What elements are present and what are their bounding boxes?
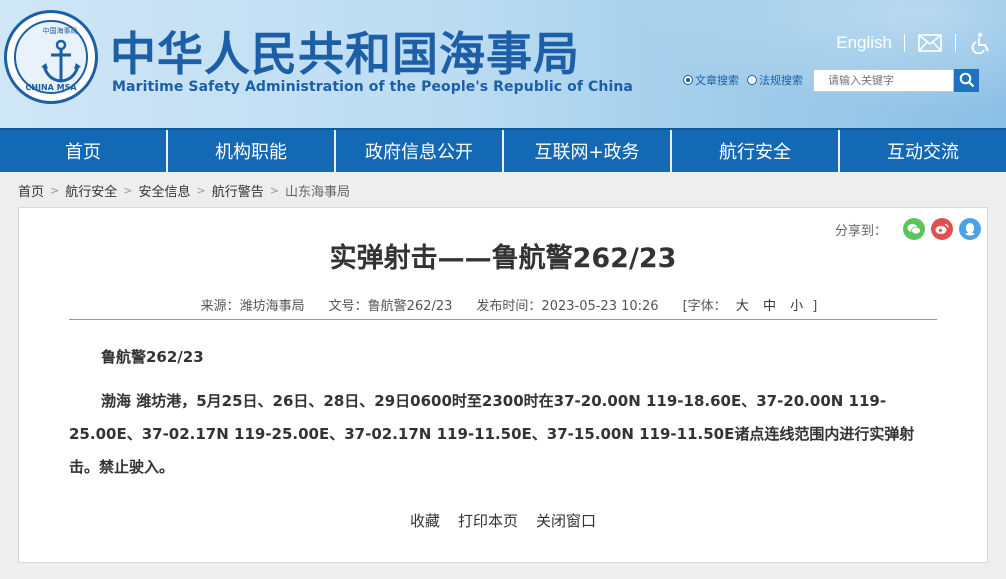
divider bbox=[904, 34, 905, 52]
article-panel: 分享到： 实弹射击——鲁航警262/23 来源：潍坊海事局 文号：鲁航警262/… bbox=[18, 207, 988, 563]
article-warning-number: 鲁航警262/23 bbox=[101, 348, 204, 366]
breadcrumb-current[interactable]: 山东海事局 bbox=[285, 181, 350, 200]
mail-icon[interactable] bbox=[917, 32, 943, 54]
title-divider bbox=[69, 319, 937, 320]
article-meta: 来源：潍坊海事局 文号：鲁航警262/23 发布时间：2023-05-23 10… bbox=[19, 295, 987, 314]
nav-item-interaction[interactable]: 互动交流 bbox=[840, 130, 1006, 172]
site-header: 中国海事局 CHINA MSA 中华人民共和国海事局 Maritime Safe… bbox=[0, 0, 1006, 128]
close-window-button[interactable]: 关闭窗口 bbox=[536, 510, 596, 531]
search-bar: 文章搜索 法规搜索 bbox=[683, 68, 979, 92]
anchor-icon bbox=[41, 39, 81, 83]
breadcrumb-item[interactable]: 首页 bbox=[18, 181, 44, 200]
font-size-large[interactable]: 大 bbox=[736, 299, 749, 314]
breadcrumb: 首页 > 航行安全 > 安全信息 > 航行警告 > 山东海事局 bbox=[18, 180, 350, 200]
nav-item-internet-gov[interactable]: 互联网+政务 bbox=[504, 130, 672, 172]
article-title: 实弹射击——鲁航警262/23 bbox=[329, 243, 677, 274]
logo-top-text: 中国海事局 bbox=[42, 27, 78, 35]
accessibility-icon[interactable] bbox=[968, 32, 994, 54]
search-icon bbox=[959, 72, 974, 88]
main-nav: 首页 机构职能 政府信息公开 互联网+政务 航行安全 互动交流 bbox=[0, 128, 1006, 172]
nav-item-gov-info[interactable]: 政府信息公开 bbox=[336, 130, 504, 172]
radio-label: 法规搜索 bbox=[759, 74, 803, 87]
breadcrumb-item[interactable]: 安全信息 bbox=[138, 181, 190, 200]
meta-source: 来源：潍坊海事局 bbox=[200, 299, 305, 314]
nav-item-navigation-safety[interactable]: 航行安全 bbox=[672, 130, 840, 172]
article-body: 渤海 潍坊港，5月25日、26日、28日、29日0600时至2300时在37-2… bbox=[69, 392, 915, 476]
font-size-label: [字体： bbox=[682, 299, 727, 314]
divider bbox=[955, 34, 956, 52]
english-link[interactable]: English bbox=[836, 33, 892, 53]
font-size-control: [字体： 大 中 小 ] bbox=[683, 295, 818, 314]
top-tools: English bbox=[836, 30, 994, 56]
meta-publish-time: 发布时间：2023-05-23 10:26 bbox=[476, 299, 659, 314]
favorite-button[interactable]: 收藏 bbox=[410, 510, 440, 531]
meta-doc-number: 文号：鲁航警262/23 bbox=[328, 299, 453, 314]
breadcrumb-item[interactable]: 航行安全 bbox=[65, 181, 117, 200]
msa-logo[interactable]: 中国海事局 CHINA MSA bbox=[4, 10, 98, 104]
search-button[interactable] bbox=[954, 68, 979, 92]
breadcrumb-separator: > bbox=[196, 183, 206, 197]
radio-law-search[interactable]: 法规搜索 bbox=[747, 72, 803, 88]
site-title-en: Maritime Safety Administration of the Pe… bbox=[112, 79, 633, 95]
font-size-small[interactable]: 小 bbox=[790, 299, 803, 314]
logo-bottom-text: CHINA MSA bbox=[25, 83, 77, 92]
print-button[interactable]: 打印本页 bbox=[458, 510, 518, 531]
breadcrumb-separator: > bbox=[269, 183, 279, 197]
radio-dot bbox=[683, 75, 693, 85]
font-size-label-end: ] bbox=[812, 299, 818, 314]
article-actions: 收藏 打印本页 关闭窗口 bbox=[19, 510, 987, 531]
nav-item-functions[interactable]: 机构职能 bbox=[168, 130, 336, 172]
breadcrumb-separator: > bbox=[50, 183, 60, 197]
search-input[interactable] bbox=[813, 68, 954, 92]
font-size-medium[interactable]: 中 bbox=[763, 299, 776, 314]
nav-item-home[interactable]: 首页 bbox=[0, 130, 168, 172]
radio-dot bbox=[747, 75, 757, 85]
breadcrumb-item[interactable]: 航行警告 bbox=[212, 181, 264, 200]
breadcrumb-separator: > bbox=[123, 183, 133, 197]
radio-article-search[interactable]: 文章搜索 bbox=[683, 72, 739, 88]
site-title-cn: 中华人民共和国海事局 bbox=[110, 27, 580, 81]
radio-label: 文章搜索 bbox=[695, 74, 739, 87]
